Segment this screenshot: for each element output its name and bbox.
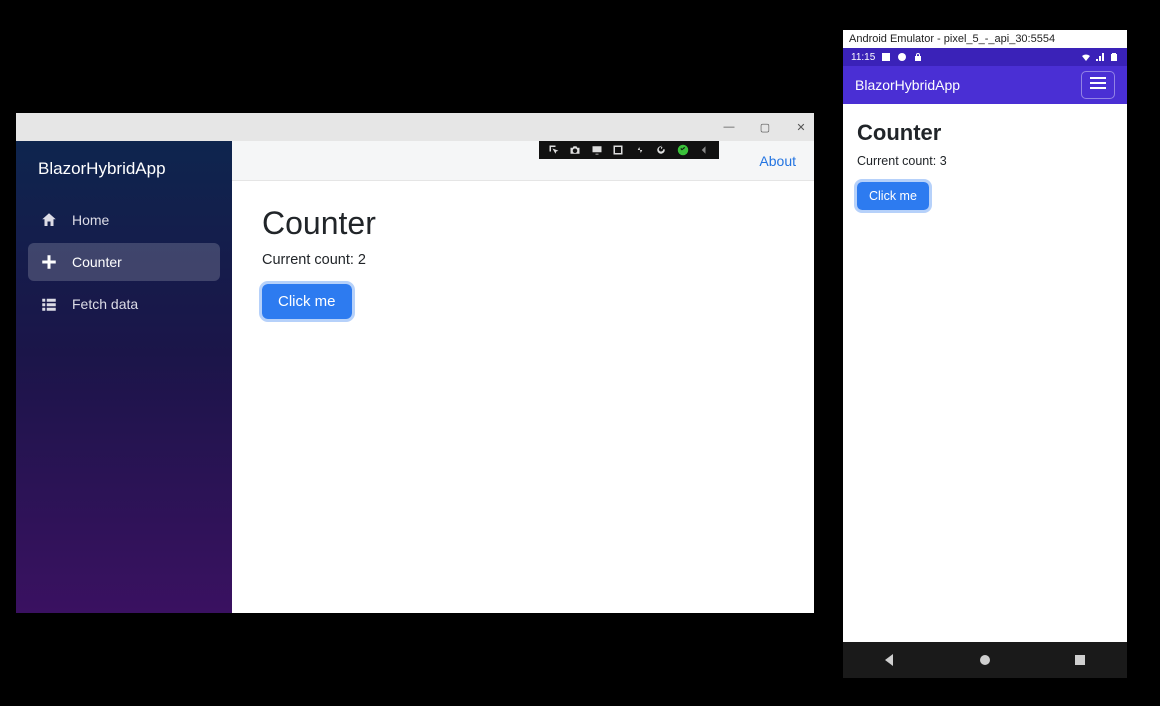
desktop-window: — ▢ ✕ BlazorHybridApp Home Counter	[16, 113, 814, 613]
page-heading: Counter	[262, 205, 784, 242]
camera-icon[interactable]	[567, 143, 583, 157]
collapse-icon[interactable]	[696, 143, 712, 157]
sidebar-item-fetch-data[interactable]: Fetch data	[28, 285, 220, 323]
sidebar-item-home[interactable]: Home	[28, 201, 220, 239]
emulator-page-heading: Counter	[857, 120, 1113, 146]
window-maximize-button[interactable]: ▢	[758, 121, 772, 134]
count-line: Current count: 2	[262, 252, 784, 268]
list-icon	[40, 295, 58, 313]
android-home-button[interactable]	[977, 652, 993, 668]
android-emulator: Android Emulator - pixel_5_-_api_30:5554…	[843, 30, 1127, 678]
network-icon[interactable]	[632, 143, 648, 157]
lock-icon	[913, 52, 923, 62]
emulator-counter-page: Counter Current count: 3 Click me	[843, 104, 1127, 226]
app-brand: BlazorHybridApp	[16, 145, 232, 201]
window-minimize-button[interactable]: —	[722, 121, 736, 133]
debug-toolbar	[539, 141, 719, 159]
emulator-count-prefix: Current count:	[857, 154, 940, 168]
screen-icon[interactable]	[589, 143, 605, 157]
debug-icon	[897, 52, 907, 62]
refresh-icon[interactable]	[653, 143, 669, 157]
select-element-icon[interactable]	[546, 143, 562, 157]
status-time: 11:15	[851, 52, 875, 63]
plus-icon	[40, 253, 58, 271]
appbar-title: BlazorHybridApp	[855, 77, 960, 93]
hamburger-icon	[1090, 76, 1106, 95]
window-body: BlazorHybridApp Home Counter	[16, 141, 814, 613]
emulator-screen: 11:15 BlazorHybridApp Counter Cur	[843, 48, 1127, 642]
home-icon	[40, 211, 58, 229]
android-back-button[interactable]	[882, 652, 898, 668]
sidebar-item-counter[interactable]: Counter	[28, 243, 220, 281]
status-ok-icon[interactable]	[675, 143, 691, 157]
about-link[interactable]: About	[759, 153, 796, 169]
click-me-button[interactable]: Click me	[262, 284, 352, 319]
signal-icon	[1095, 52, 1105, 62]
menu-toggle-button[interactable]	[1081, 71, 1115, 99]
count-prefix: Current count:	[262, 252, 358, 268]
main-content: About Counter Current count: 2 Click me	[232, 141, 814, 613]
window-titlebar: — ▢ ✕	[16, 113, 814, 141]
count-value: 2	[358, 252, 366, 268]
battery-icon	[1109, 52, 1119, 62]
emulator-count-line: Current count: 3	[857, 154, 1113, 168]
sidebar-item-label: Fetch data	[72, 296, 138, 312]
android-nav-bar	[843, 642, 1127, 678]
content-topbar: About	[232, 141, 814, 181]
android-statusbar: 11:15	[843, 48, 1127, 66]
sidebar-item-label: Counter	[72, 254, 122, 270]
counter-page: Counter Current count: 2 Click me	[232, 181, 814, 343]
sidebar-nav: Home Counter Fetch data	[16, 201, 232, 323]
emulator-click-me-button[interactable]: Click me	[857, 182, 929, 210]
window-close-button[interactable]: ✕	[794, 121, 808, 134]
notification-icon	[881, 52, 891, 62]
inspect-icon[interactable]	[610, 143, 626, 157]
android-appbar: BlazorHybridApp	[843, 66, 1127, 104]
emulator-blank-area	[843, 226, 1127, 642]
emulator-count-value: 3	[940, 154, 947, 168]
emulator-window-title: Android Emulator - pixel_5_-_api_30:5554	[843, 30, 1127, 48]
sidebar: BlazorHybridApp Home Counter	[16, 141, 232, 613]
android-recents-button[interactable]	[1072, 652, 1088, 668]
sidebar-item-label: Home	[72, 212, 109, 228]
wifi-icon	[1081, 52, 1091, 62]
